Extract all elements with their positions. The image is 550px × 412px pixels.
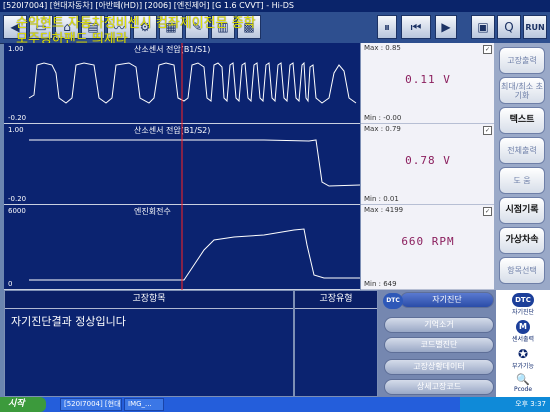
system-tray: 오후 3:37 <box>460 397 550 412</box>
check-icon[interactable]: ✓ <box>483 45 492 54</box>
home-icon[interactable]: ⌂ <box>55 15 79 39</box>
readout-o2-b1s2: Max : 0.79 ✓ 0.78 V Min : 0.01 <box>361 124 495 205</box>
max-label: Max : 0.85 <box>364 44 401 52</box>
readout-panel: Max : 0.85 ✓ 0.11 V Min : -0.00 Max : 0.… <box>360 43 495 290</box>
additional-function-icon[interactable]: ✪ 부가기능 <box>496 347 550 370</box>
item-select-button[interactable]: 항목선택 <box>499 257 545 284</box>
fault-output-button[interactable]: 고장출력 <box>499 47 545 74</box>
clock: 오후 3:37 <box>515 400 546 408</box>
reset-minmax-button[interactable]: 최대/최소 초기화 <box>499 77 545 104</box>
dtc-menu: DTC 자기진단 기억소거 코드별진단 고장상황데이터 상세고장코드 <box>378 290 496 397</box>
freeze-frame-button[interactable]: 고장상황데이터 <box>384 359 494 375</box>
min-label: Min : -0.00 <box>364 114 402 122</box>
waveform-area[interactable]: 산소센서 전압(B1/S1) 1.00 -0.20 산소센서 전압(B1/S2)… <box>4 43 360 290</box>
sensor-output-icon[interactable]: M 센서출력 <box>496 320 550 343</box>
help-button[interactable]: 도 움 <box>499 167 545 194</box>
min-label: Min : 649 <box>364 280 397 288</box>
memory-clear-button[interactable]: 기억소거 <box>384 317 494 333</box>
fault-type-panel: 고장유형 <box>294 290 378 397</box>
current-value: 0.11 V <box>405 73 451 86</box>
check-icon[interactable]: ✓ <box>483 126 492 135</box>
code-diagnosis-button[interactable]: 코드별진단 <box>384 337 494 353</box>
time-cursor[interactable] <box>4 43 360 290</box>
fault-type-header: 고장유형 <box>295 291 377 309</box>
max-label: Max : 4199 <box>364 206 404 214</box>
play-icon[interactable]: ▶ <box>435 15 457 39</box>
self-diagnosis-button[interactable]: DTC 자기진단 <box>383 292 494 309</box>
memory-clear-label: 기억소거 <box>424 320 454 329</box>
detail-code-label: 상세고장코드 <box>416 382 462 391</box>
folder-icon[interactable]: ▭ <box>29 15 53 39</box>
check-icon[interactable]: ✓ <box>483 207 492 216</box>
toolbar: ◀ ▭ ⌂ ▤ 〰 ⚙ ▦ ✎ ▥ ▩ ⏸ ⏮ ▶ ▣ Q RUN <box>0 12 550 44</box>
diagnosis-result: 자기진단결과 정상입니다 <box>11 315 126 328</box>
graph-icon[interactable]: 〰 <box>107 15 131 39</box>
rewind-icon[interactable]: ⏮ <box>401 15 431 39</box>
taskbar: 시작 [520I7004] [현대... IMG_... 오후 3:37 <box>0 397 550 412</box>
print-icon[interactable]: ▤ <box>81 15 105 39</box>
readout-engine-rpm: Max : 4199 ✓ 660 RPM Min : 649 <box>361 205 495 290</box>
search-button[interactable]: Q <box>497 15 521 39</box>
back-icon[interactable]: ◀ <box>3 15 27 39</box>
max-label: Max : 0.79 <box>364 125 401 133</box>
edit-icon[interactable]: ✎ <box>185 15 209 39</box>
screen-icon[interactable]: ▦ <box>159 15 183 39</box>
min-label: Min : 0.01 <box>364 195 399 203</box>
freeze-frame-label: 고장상황데이터 <box>413 362 465 371</box>
self-diagnosis-label: 자기진단 <box>432 295 462 304</box>
virtual-speed-button[interactable]: 가상차속 <box>499 227 545 254</box>
current-value: 660 RPM <box>401 235 455 248</box>
taskbar-item[interactable]: [520I7004] [현대... <box>60 398 122 411</box>
current-value: 0.78 V <box>405 154 451 167</box>
settings-icon[interactable]: ⚙ <box>133 15 157 39</box>
print-all-button[interactable]: 전체출력 <box>499 137 545 164</box>
window-title: [520I7004] [현대자동차] [아반떼(HD)] [2006] [엔진제… <box>0 0 550 12</box>
pcode-icon[interactable]: 🔍 Pcode <box>496 374 550 394</box>
detail-code-button[interactable]: 상세고장코드 <box>384 379 494 395</box>
save-icon[interactable]: ▣ <box>471 15 495 39</box>
side-button-column: 고장출력 최대/최소 초기화 텍스트 전체출력 도 움 시점기록 가상차속 항목… <box>494 43 550 290</box>
dtc-logo-icon[interactable]: DTC 자기진단 <box>496 293 550 316</box>
dtc-badge: DTC <box>383 293 403 309</box>
fault-items-header: 고장항목 <box>5 291 293 309</box>
grid-icon[interactable]: ▩ <box>237 15 261 39</box>
time-record-button[interactable]: 시점기록 <box>499 197 545 224</box>
taskbar-item[interactable]: IMG_... <box>124 398 164 411</box>
start-button[interactable]: 시작 <box>0 397 46 412</box>
run-button[interactable]: RUN <box>523 15 547 39</box>
text-button[interactable]: 텍스트 <box>499 107 545 134</box>
chart-icon[interactable]: ▥ <box>211 15 235 39</box>
readout-o2-b1s1: Max : 0.85 ✓ 0.11 V Min : -0.00 <box>361 43 495 124</box>
code-diagnosis-label: 코드별진단 <box>420 340 458 349</box>
fault-list-panel: 고장항목 자기진단결과 정상입니다 <box>4 290 294 397</box>
pause-icon[interactable]: ⏸ <box>377 15 397 39</box>
function-logos: DTC 자기진단 M 센서출력 ✪ 부가기능 🔍 Pcode <box>496 290 550 397</box>
